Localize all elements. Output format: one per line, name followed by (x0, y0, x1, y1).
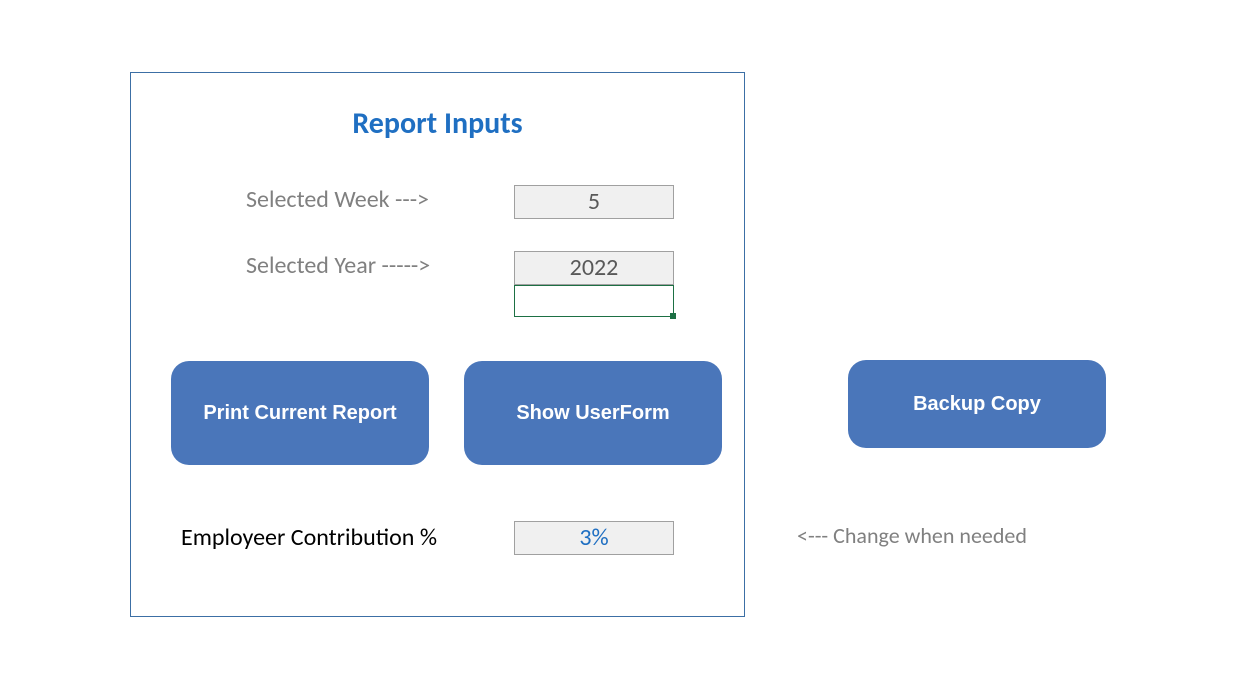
change-when-needed-hint: <--- Change when needed (797, 522, 1027, 549)
selected-year-input[interactable]: 2022 (514, 251, 674, 285)
report-inputs-panel: Report Inputs Selected Week ---> 5 Selec… (130, 72, 745, 617)
selected-week-label: Selected Week ---> (246, 185, 429, 214)
show-userform-button[interactable]: Show UserForm (464, 361, 722, 465)
active-cell[interactable] (514, 285, 674, 317)
panel-title: Report Inputs (131, 105, 744, 142)
employer-contribution-label: Employeer Contribution % (181, 523, 437, 552)
employer-contribution-input[interactable]: 3% (514, 521, 674, 555)
selected-week-input[interactable]: 5 (514, 185, 674, 219)
fill-handle-icon[interactable] (670, 313, 676, 319)
backup-copy-button[interactable]: Backup Copy (848, 360, 1106, 448)
print-current-report-button[interactable]: Print Current Report (171, 361, 429, 465)
selected-year-label: Selected Year -----> (246, 251, 430, 280)
